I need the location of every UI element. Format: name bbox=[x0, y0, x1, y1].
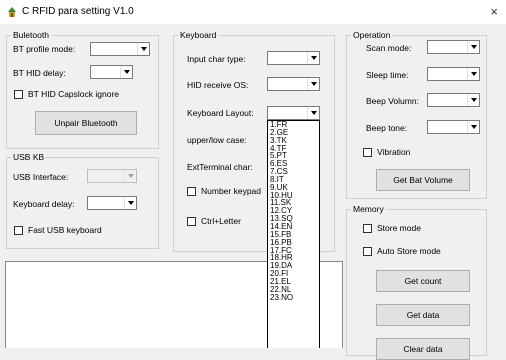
number-keypad-checkbox[interactable] bbox=[187, 187, 196, 196]
chevron-down-icon bbox=[467, 68, 479, 80]
main-window: C RFID para setting V1.0 × Buletooth BT … bbox=[0, 0, 506, 360]
window-title: C RFID para setting V1.0 bbox=[22, 6, 134, 17]
sleep-time-label: Sleep time: bbox=[366, 70, 409, 80]
keyboard-legend: Keyboard bbox=[180, 30, 217, 40]
beep-tone-select[interactable] bbox=[427, 120, 480, 134]
auto-store-checkbox[interactable] bbox=[363, 247, 372, 256]
input-char-select[interactable] bbox=[267, 51, 320, 65]
vibration-label: Vibration bbox=[377, 147, 411, 157]
hid-os-select[interactable] bbox=[267, 77, 320, 91]
chevron-down-icon bbox=[467, 41, 479, 53]
sleep-time-select[interactable] bbox=[427, 67, 480, 81]
usb-legend: USB KB bbox=[13, 152, 45, 162]
fast-usb-checkbox[interactable] bbox=[14, 226, 23, 235]
ext-terminal-label: ExtTerminal char: bbox=[187, 162, 253, 172]
keyboard-layout-dropdown-list[interactable]: 1.FR 2.GE 3.TK 4.TF 5.PT 6.ES 7.CS 8.IT 9.UK 10.H… bbox=[267, 120, 320, 348]
get-bat-volume-button[interactable]: Get Bat Volume bbox=[376, 169, 470, 191]
bluetooth-legend: Buletooth bbox=[13, 30, 49, 40]
chevron-down-icon bbox=[307, 52, 319, 64]
number-keypad-label: Number keypad bbox=[201, 186, 262, 196]
fast-usb-label: Fast USB keyboard bbox=[28, 225, 102, 235]
store-mode-checkbox[interactable] bbox=[363, 224, 372, 233]
bt-hid-delay-label: BT HID delay: bbox=[13, 68, 66, 78]
unpair-bluetooth-button[interactable]: Unpair Bluetooth bbox=[35, 111, 137, 135]
scan-mode-label: Scan mode: bbox=[366, 43, 412, 53]
beep-volume-label: Beep Volumn: bbox=[366, 96, 419, 106]
usb-interface-label: USB Interface: bbox=[13, 172, 69, 182]
keyboard-delay-label: Keyboard delay: bbox=[13, 199, 75, 209]
chevron-down-icon bbox=[120, 66, 132, 78]
auto-store-label: Auto Store mode bbox=[377, 246, 441, 256]
store-mode-label: Store mode bbox=[377, 223, 421, 233]
hid-os-label: HID receive OS: bbox=[187, 80, 249, 90]
chevron-down-icon bbox=[124, 170, 136, 182]
close-icon[interactable]: × bbox=[490, 4, 498, 19]
bt-capslock-checkbox[interactable] bbox=[14, 90, 23, 99]
memory-legend: Memory bbox=[353, 204, 384, 214]
chevron-down-icon bbox=[467, 121, 479, 133]
chevron-down-icon bbox=[307, 78, 319, 90]
chevron-down-icon bbox=[307, 107, 319, 119]
vibration-checkbox[interactable] bbox=[363, 148, 372, 157]
ctrl-letter-label: Ctrl+Letter bbox=[201, 216, 241, 226]
title-bar: C RFID para setting V1.0 × bbox=[0, 0, 506, 24]
bt-profile-label: BT profile mode: bbox=[13, 44, 76, 54]
keyboard-layout-label: Keyboard Layout: bbox=[187, 108, 254, 118]
ctrl-letter-checkbox[interactable] bbox=[187, 217, 196, 226]
scan-mode-select[interactable] bbox=[427, 40, 480, 54]
layout-option[interactable]: 23.NO bbox=[268, 293, 319, 302]
bt-hid-delay-select[interactable] bbox=[90, 65, 133, 79]
beep-tone-label: Beep tone: bbox=[366, 123, 408, 133]
input-char-label: Input char type: bbox=[187, 54, 246, 64]
clear-data-button[interactable]: Clear data bbox=[376, 338, 470, 360]
get-count-button[interactable]: Get count bbox=[376, 270, 470, 292]
case-label: upper/low case: bbox=[187, 135, 247, 145]
usb-interface-select[interactable] bbox=[87, 169, 137, 183]
chevron-down-icon bbox=[467, 94, 479, 106]
bt-capslock-label: BT HID Capslock ignore bbox=[28, 89, 120, 99]
app-icon bbox=[8, 7, 16, 17]
keyboard-layout-select[interactable] bbox=[267, 106, 320, 120]
bt-profile-select[interactable] bbox=[90, 42, 150, 56]
keyboard-delay-select[interactable] bbox=[87, 196, 137, 210]
operation-legend: Operation bbox=[353, 30, 391, 40]
beep-volume-select[interactable] bbox=[427, 93, 480, 107]
get-data-button[interactable]: Get data bbox=[376, 304, 470, 326]
chevron-down-icon bbox=[124, 197, 136, 209]
chevron-down-icon bbox=[137, 43, 149, 55]
